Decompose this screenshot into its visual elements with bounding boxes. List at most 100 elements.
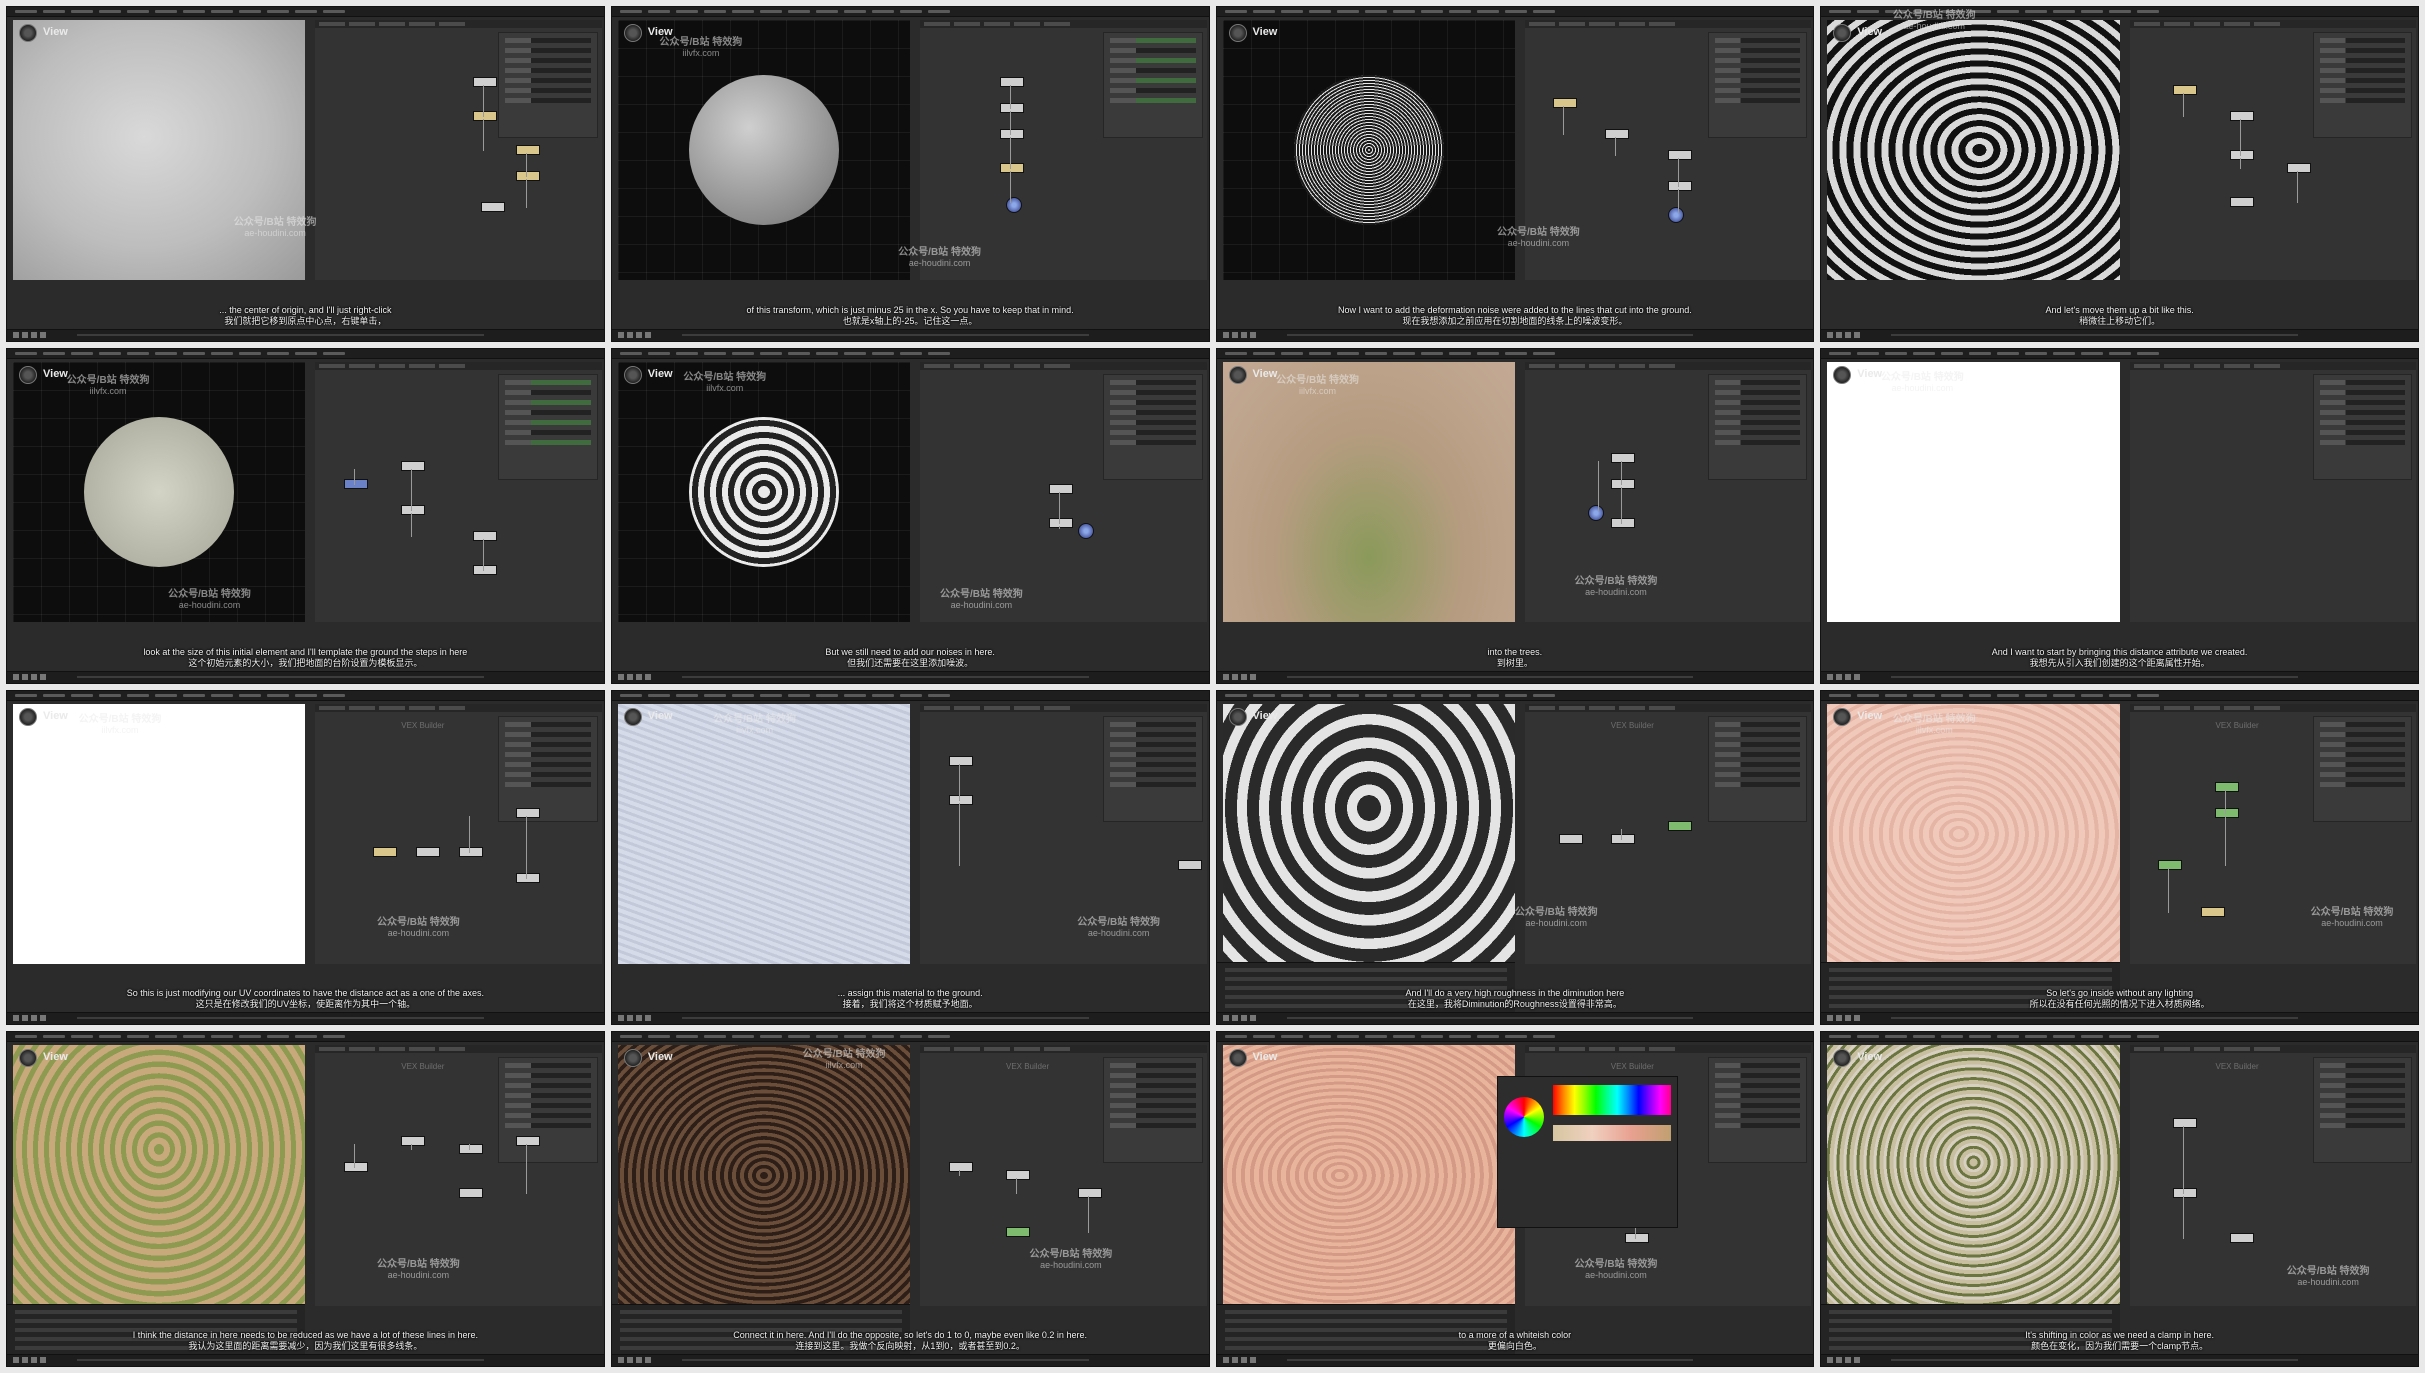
parameter-row[interactable]	[1110, 1113, 1196, 1119]
geometry-spreadsheet[interactable]	[1216, 962, 1515, 1014]
menu-item[interactable]	[1997, 693, 2020, 697]
menu-item[interactable]	[211, 351, 233, 355]
menu-item[interactable]	[1280, 10, 1303, 13]
parameter-pane[interactable]	[2312, 715, 2412, 822]
menu-item[interactable]	[1913, 1035, 1936, 1039]
stop-icon[interactable]	[626, 1357, 633, 1363]
parameter-row[interactable]	[2319, 439, 2405, 445]
play-icon[interactable]	[635, 1015, 642, 1022]
network-node[interactable]	[1668, 820, 1693, 831]
pane-tab[interactable]	[924, 705, 951, 710]
menu-item[interactable]	[183, 693, 205, 697]
network-node[interactable]	[458, 1188, 483, 1199]
menu-item[interactable]	[1857, 10, 1880, 13]
pane-tab[interactable]	[1558, 1047, 1585, 1052]
menu-item[interactable]	[2053, 351, 2076, 355]
menu-item[interactable]	[1364, 10, 1387, 13]
menu-item[interactable]	[15, 351, 37, 355]
pane-tab[interactable]	[409, 1047, 436, 1052]
stop-icon[interactable]	[626, 331, 633, 338]
menu-item[interactable]	[1252, 351, 1275, 355]
timeline-track[interactable]	[681, 1017, 1089, 1020]
pane-tab[interactable]	[379, 1047, 406, 1052]
menu-item[interactable]	[2081, 10, 2104, 13]
video-frame-thumbnail[interactable]: View 公众号/B站 特效狗 ae-houdini.com And I want t…	[1820, 347, 2419, 684]
menu-item[interactable]	[703, 693, 726, 697]
menu-item[interactable]	[1941, 1035, 1964, 1039]
parameter-row[interactable]	[1714, 731, 1801, 737]
menu-item[interactable]	[127, 10, 149, 13]
output-node-icon[interactable]	[1005, 197, 1022, 213]
parameter-row[interactable]	[1714, 38, 1801, 43]
menu-item[interactable]	[647, 693, 670, 697]
menu-item[interactable]	[183, 10, 205, 13]
pane-tab[interactable]	[1044, 705, 1071, 710]
parameter-row[interactable]	[2319, 1073, 2405, 1079]
parameter-row[interactable]	[2319, 1083, 2405, 1089]
play-icon[interactable]	[31, 1015, 37, 1022]
parameter-row[interactable]	[505, 771, 591, 777]
stop-icon[interactable]	[22, 1015, 28, 1022]
play-back-icon[interactable]	[13, 673, 19, 680]
parameter-pane[interactable]	[498, 32, 598, 139]
node-network-panel[interactable]	[920, 20, 1207, 281]
pane-tab[interactable]	[1044, 22, 1071, 26]
menu-item[interactable]	[1997, 1035, 2020, 1039]
parameter-row[interactable]	[1714, 781, 1801, 787]
menu-item[interactable]	[1532, 10, 1555, 13]
menu-item[interactable]	[731, 693, 754, 697]
menu-item[interactable]	[759, 351, 782, 355]
menu-item[interactable]	[1392, 693, 1415, 697]
menu-item[interactable]	[1224, 351, 1247, 355]
pane-tab[interactable]	[1558, 705, 1585, 710]
playbar[interactable]	[611, 1012, 1209, 1025]
parameter-row[interactable]	[505, 48, 591, 53]
menu-item[interactable]	[1857, 351, 1880, 355]
menu-item[interactable]	[15, 1035, 37, 1039]
parameter-row[interactable]	[1714, 58, 1801, 63]
parameter-row[interactable]	[1714, 439, 1801, 445]
geometry-spreadsheet[interactable]	[611, 1304, 911, 1355]
parameter-row[interactable]	[505, 58, 591, 63]
playbar[interactable]	[1216, 328, 1814, 341]
menu-item[interactable]	[1532, 351, 1555, 355]
menu-item[interactable]	[1308, 351, 1331, 355]
menu-item[interactable]	[871, 10, 894, 13]
menu-item[interactable]	[1280, 693, 1303, 697]
play-icon[interactable]	[1845, 1015, 1852, 1022]
menu-item[interactable]	[703, 351, 726, 355]
parameter-row[interactable]	[2319, 1063, 2405, 1069]
parameter-row[interactable]	[1714, 68, 1801, 73]
menu-item[interactable]	[43, 10, 65, 13]
menu-item[interactable]	[815, 10, 838, 13]
parameter-row[interactable]	[1110, 761, 1196, 767]
network-node[interactable]	[948, 755, 973, 766]
menu-item[interactable]	[927, 1035, 950, 1039]
stop-icon[interactable]	[1231, 673, 1238, 680]
parameter-row[interactable]	[1110, 389, 1196, 395]
menu-item[interactable]	[267, 351, 289, 355]
stop-icon[interactable]	[22, 331, 28, 338]
playbar[interactable]	[1216, 1354, 1814, 1366]
parameter-row[interactable]	[1110, 751, 1196, 757]
menu-item[interactable]	[1997, 10, 2020, 13]
scene-viewport[interactable]: View	[1222, 20, 1515, 281]
menu-item[interactable]	[1969, 351, 1992, 355]
parameter-row[interactable]	[2319, 68, 2405, 73]
parameter-row[interactable]	[2319, 781, 2405, 787]
color-wheel[interactable]	[1503, 1096, 1544, 1137]
parameter-row[interactable]	[1714, 1103, 1801, 1109]
play-back-icon[interactable]	[617, 1357, 624, 1363]
node-network-panel[interactable]	[315, 361, 602, 623]
menu-item[interactable]	[127, 693, 149, 697]
pane-tab[interactable]	[379, 705, 406, 710]
pane-tab[interactable]	[319, 363, 346, 368]
timeline-track[interactable]	[77, 1359, 484, 1361]
geometry-spreadsheet[interactable]	[1216, 1304, 1515, 1355]
network-node[interactable]	[948, 794, 973, 805]
menu-item[interactable]	[1476, 10, 1499, 13]
menu-item[interactable]	[127, 1035, 149, 1039]
pane-tab[interactable]	[439, 22, 466, 26]
play-back-icon[interactable]	[617, 673, 624, 680]
parameter-row[interactable]	[2319, 741, 2405, 747]
